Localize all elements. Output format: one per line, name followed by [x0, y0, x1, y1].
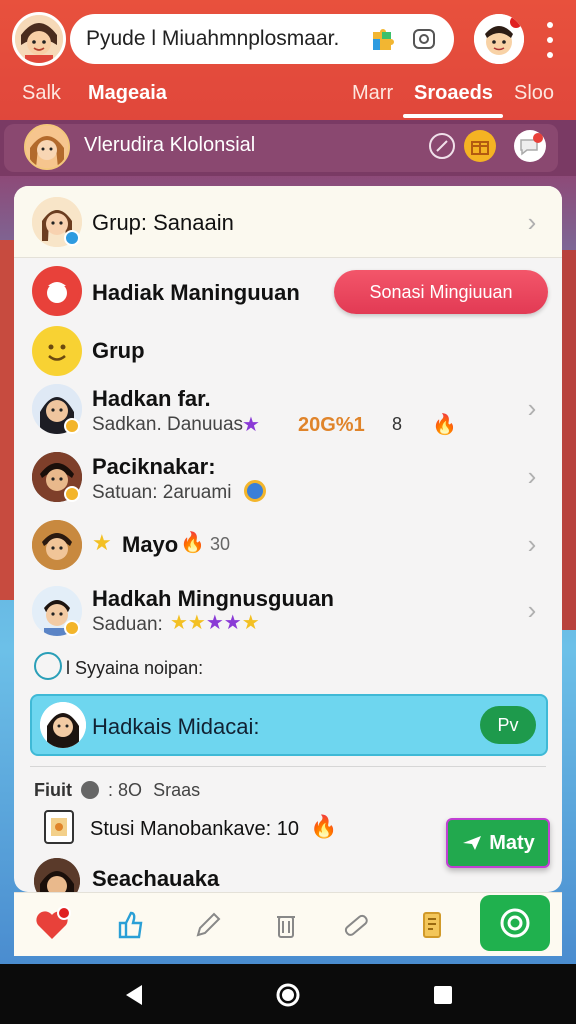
pencil-icon[interactable]	[188, 905, 228, 945]
status-badge	[64, 620, 80, 636]
freq-label: Fiuit	[34, 780, 72, 800]
star-icon: ★	[242, 414, 260, 436]
hadiak-action-button[interactable]: Sonasi Mingiuuan	[334, 270, 548, 314]
last-row-title[interactable]: Seachauaka	[92, 866, 219, 892]
highlight-row[interactable]: Hadkais Midacai: Pv	[30, 694, 548, 756]
contact-avatar	[32, 520, 82, 570]
my-avatar[interactable]	[12, 12, 66, 66]
contact-subtitle: Saduan:	[92, 614, 163, 635]
notification-dot	[510, 16, 522, 28]
smiley-icon	[32, 326, 82, 376]
top-header: Pyude l Miuahmnplosmaar. Salk Mageaia Ma…	[0, 0, 576, 120]
tab-sroaeds[interactable]: Sroaeds	[414, 82, 493, 105]
active-tab-indicator	[403, 114, 503, 118]
profile-name[interactable]: Vlerudira Klolonsial	[84, 134, 255, 157]
online-badge	[64, 230, 80, 246]
home-icon[interactable]	[275, 982, 301, 1008]
list-item[interactable]: ★ Mayo 🔥 30 ›	[14, 518, 562, 578]
more-options-icon[interactable]	[540, 22, 560, 58]
friend-avatar[interactable]	[474, 14, 524, 64]
main-card: Grup: Sanaain › Hadiak Maninguuan Sonasi…	[14, 186, 562, 892]
flame-icon: 🔥	[310, 814, 338, 839]
highlight-title: Hadkais Midacai:	[92, 714, 260, 739]
highlight-avatar	[40, 702, 86, 748]
star-icons: ★★★★★	[170, 612, 260, 634]
list-item[interactable]: Paciknakar: Satuan: 2aruami ›	[14, 450, 562, 510]
record-button[interactable]	[480, 895, 550, 951]
list-item[interactable]: Hadkah Mingnusguuan Saduan: ★★★★★ ›	[14, 584, 562, 644]
chat-bubble-icon[interactable]	[514, 130, 546, 162]
profile-avatar[interactable]	[24, 124, 70, 170]
chevron-right-icon[interactable]: ›	[522, 395, 542, 421]
document-icon[interactable]	[412, 905, 452, 945]
profile-strip: Vlerudira Klolonsial	[0, 120, 576, 176]
bottom-nav	[14, 892, 562, 956]
highlight-pill[interactable]: Pv	[480, 706, 536, 744]
grup-title: Grup	[92, 338, 145, 363]
frequency-row: Fiuit : 8O Sraas	[34, 780, 200, 801]
status-badge	[64, 418, 80, 434]
divider	[30, 766, 546, 767]
chevron-right-icon[interactable]: ›	[522, 597, 542, 623]
bottom-row-title: Stusi Manobankave: 10	[90, 818, 300, 840]
sync-icon	[34, 652, 62, 680]
tab-sloo[interactable]: Sloo	[514, 82, 554, 105]
contact-subtitle: Sadkan. Danuuas	[92, 414, 244, 435]
chevron-right-icon[interactable]: ›	[522, 209, 542, 235]
back-icon[interactable]	[122, 982, 148, 1008]
trash-icon[interactable]	[266, 905, 306, 945]
recents-icon[interactable]	[430, 982, 456, 1008]
contact-name: Hadkah Mingnusguuan	[92, 586, 334, 611]
flame-icon: 🔥	[432, 414, 457, 436]
freq-value: : 8O	[108, 780, 143, 800]
compass-icon[interactable]	[426, 130, 458, 162]
send-icon	[463, 836, 482, 850]
contact-name: Paciknakar:	[92, 454, 216, 479]
group-row-header[interactable]: Grup: Sanaain ›	[14, 186, 562, 258]
clock-icon	[81, 781, 100, 799]
floating-action-label: Maty	[489, 831, 535, 854]
gift-badge-icon	[32, 266, 82, 316]
tab-salk[interactable]: Salk	[22, 82, 61, 105]
thumbs-up-icon[interactable]	[110, 905, 150, 945]
bandage-icon[interactable]	[336, 905, 376, 945]
contact-name: Mayo	[122, 532, 179, 557]
puzzle-icon[interactable]	[368, 25, 396, 53]
list-item[interactable]: Hadkan far. Sadkan. Danuuas ★ 20G%1 8 🔥 …	[14, 382, 562, 442]
top-tabs: Salk Mageaia Marr Sroaeds Sloo	[0, 78, 576, 118]
chevron-right-icon[interactable]: ›	[522, 463, 542, 489]
search-input[interactable]: Pyude l Miuahmnplosmaar.	[86, 27, 354, 51]
contact-meta: 20G%1	[298, 414, 365, 436]
heart-icon[interactable]	[32, 905, 72, 945]
gift-icon[interactable]	[464, 130, 496, 162]
tab-mageaia[interactable]: Mageaia	[88, 82, 167, 105]
group-title: Grup: Sanaain	[92, 210, 234, 235]
star-icon: ★	[92, 530, 112, 555]
contact-name: Hadkan far.	[92, 386, 211, 411]
freq-unit: Sraas	[153, 780, 201, 800]
status-badge	[64, 486, 80, 502]
contact-avatar[interactable]	[34, 858, 80, 892]
camera-icon[interactable]	[410, 25, 438, 53]
section-label: l Syyaina noipan:	[66, 658, 204, 678]
tab-marr[interactable]: Marr	[352, 82, 393, 105]
contact-meta: 30	[210, 534, 231, 554]
globe-icon	[244, 480, 266, 502]
floating-action-button[interactable]: Maty	[446, 818, 550, 868]
search-bar[interactable]: Pyude l Miuahmnplosmaar.	[70, 14, 454, 64]
hadiak-title: Hadiak Maninguuan	[92, 280, 300, 305]
contact-subtitle: Satuan: 2aruami	[92, 482, 232, 503]
chevron-right-icon[interactable]: ›	[522, 531, 542, 557]
flame-icon: 🔥	[180, 532, 205, 554]
clipboard-icon	[44, 810, 74, 844]
contact-meta-2: 8	[392, 414, 403, 434]
system-nav-bar	[0, 964, 576, 1024]
